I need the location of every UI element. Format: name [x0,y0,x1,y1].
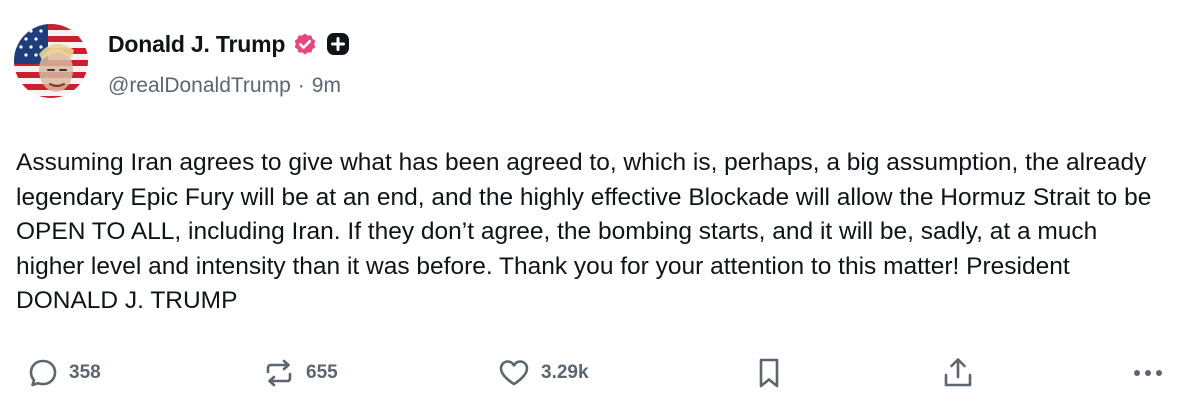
avatar[interactable] [14,24,88,98]
author-handle[interactable]: @realDonaldTrump [108,74,291,98]
post-action-bar: 358 655 3.29k [0,352,1200,394]
more-icon [1134,370,1162,376]
like-count: 3.29k [541,362,589,383]
share-button[interactable] [941,352,975,394]
author-meta-row: @realDonaldTrump · 9m [108,70,341,102]
repost-icon [266,359,292,387]
bookmark-button[interactable] [755,352,783,394]
reply-button[interactable]: 358 [27,352,101,394]
verified-badge-icon [292,31,318,57]
like-button[interactable]: 3.29k [497,352,589,394]
plus-badge-icon [326,32,350,56]
meta-separator: · [297,74,305,97]
bookmark-icon [759,358,779,388]
post-timestamp[interactable]: 9m [312,74,341,98]
share-icon [944,358,972,387]
comment-icon [29,359,57,387]
more-options-button[interactable] [1128,352,1168,394]
author-name-row: Donald J. Trump [108,28,350,60]
repost-count: 655 [306,362,338,383]
repost-button[interactable]: 655 [262,352,338,394]
post-body-text: Assuming Iran agrees to give what has be… [16,149,1152,314]
author-display-name[interactable]: Donald J. Trump [108,31,285,58]
heart-icon [499,360,529,386]
flag-portrait-avatar [14,24,88,98]
reply-count: 358 [69,362,101,383]
